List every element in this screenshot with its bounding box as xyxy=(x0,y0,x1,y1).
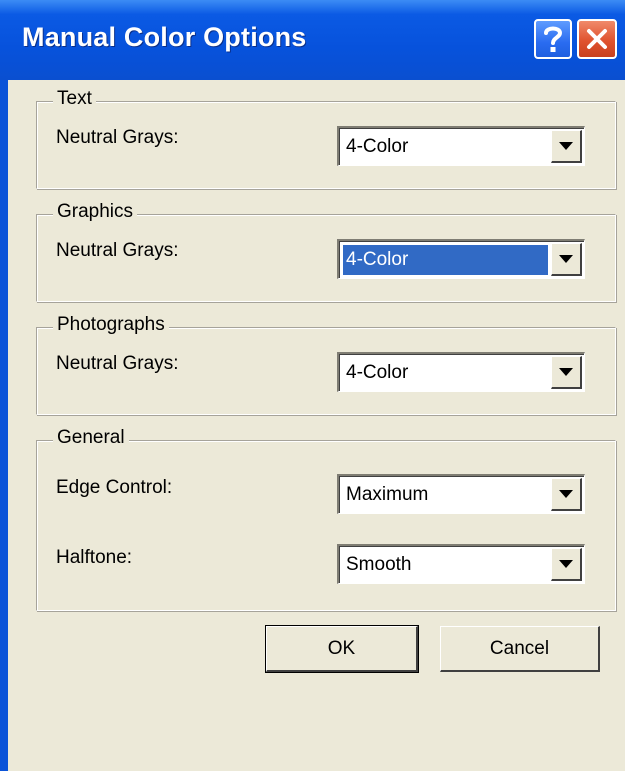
dialog-window: Manual Color Options Text Neutral Grays:… xyxy=(0,0,625,771)
halftone-value: Smooth xyxy=(346,554,412,575)
group-label-graphics: Graphics xyxy=(53,201,138,223)
photographs-neutral-grays-value: 4-Color xyxy=(346,362,409,383)
group-general: General Edge Control: Maximum Halftone: … xyxy=(36,427,616,611)
edge-control-dropdown-button[interactable] xyxy=(551,478,582,511)
window-title: Manual Color Options xyxy=(22,22,307,52)
close-icon xyxy=(587,29,607,49)
group-label-general: General xyxy=(53,427,129,449)
graphics-neutral-grays-label: Neutral Grays: xyxy=(56,240,179,261)
title-bar[interactable]: Manual Color Options xyxy=(0,0,625,80)
help-icon xyxy=(544,26,563,52)
halftone-dropdown-button[interactable] xyxy=(551,548,582,581)
halftone-select[interactable]: Smooth xyxy=(337,544,585,584)
group-photographs: Photographs Neutral Grays: 4-Color xyxy=(36,314,616,415)
graphics-neutral-grays-select[interactable]: 4-Color xyxy=(337,239,585,279)
text-dropdown-button[interactable] xyxy=(551,130,582,163)
ok-button[interactable]: OK xyxy=(265,625,419,673)
chevron-down-icon xyxy=(559,490,573,498)
edge-control-label: Edge Control: xyxy=(56,477,173,498)
edge-control-value: Maximum xyxy=(346,484,429,505)
chevron-down-icon xyxy=(559,255,573,263)
cancel-button[interactable]: Cancel xyxy=(440,626,600,672)
group-label-text: Text xyxy=(53,88,96,110)
edge-control-select[interactable]: Maximum xyxy=(337,474,585,514)
help-button[interactable] xyxy=(534,19,572,59)
chevron-down-icon xyxy=(559,368,573,376)
group-label-photographs: Photographs xyxy=(53,314,169,336)
text-neutral-grays-value: 4-Color xyxy=(346,136,409,157)
halftone-label: Halftone: xyxy=(56,547,133,568)
photographs-dropdown-button[interactable] xyxy=(551,356,582,389)
group-graphics: Graphics Neutral Grays: 4-Color xyxy=(36,201,616,302)
photographs-neutral-grays-select[interactable]: 4-Color xyxy=(337,352,585,392)
chevron-down-icon xyxy=(559,142,573,150)
close-button[interactable] xyxy=(577,19,617,59)
group-text: Text Neutral Grays: 4-Color xyxy=(36,88,616,189)
text-neutral-grays-select[interactable]: 4-Color xyxy=(337,126,585,166)
text-neutral-grays-label: Neutral Grays: xyxy=(56,127,179,148)
photographs-neutral-grays-label: Neutral Grays: xyxy=(56,353,179,374)
graphics-dropdown-button[interactable] xyxy=(551,243,582,276)
chevron-down-icon xyxy=(559,560,573,568)
graphics-neutral-grays-value: 4-Color xyxy=(343,245,548,275)
